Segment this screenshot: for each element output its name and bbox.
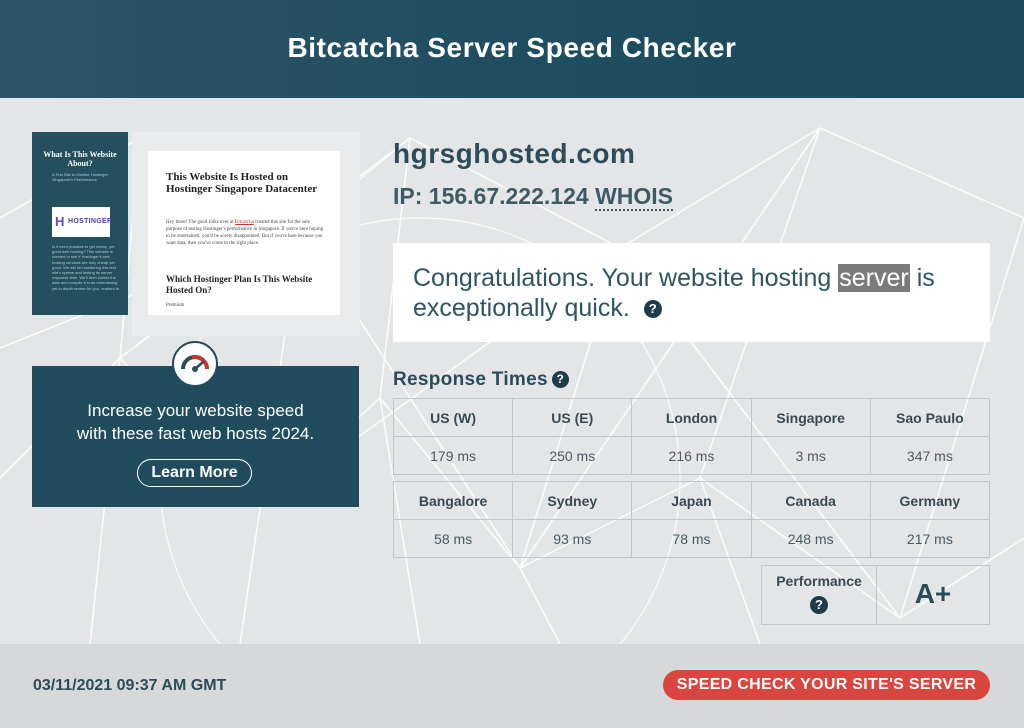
location-cell: US (E): [512, 398, 633, 437]
time-cell: 58 ms: [392, 519, 514, 558]
whois-link[interactable]: WHOIS: [595, 183, 674, 211]
preview-page-heading: Which Hostinger Plan Is This Website Hos…: [166, 274, 313, 295]
location-cell: Sydney: [512, 481, 633, 520]
performance-box: Performance ? A+: [761, 565, 990, 625]
preview-page-small: Premium: [166, 303, 185, 308]
preview-page-title: This Website Is Hosted on Hostinger Sing…: [166, 171, 318, 195]
location-cell: Bangalore: [392, 481, 514, 520]
header-bar: Bitcatcha Server Speed Checker: [0, 0, 1024, 98]
time-cell: 78 ms: [631, 519, 752, 558]
performance-help-icon[interactable]: ?: [810, 596, 828, 614]
test-timestamp: 03/11/2021 09:37 AM GMT: [33, 677, 227, 694]
preview-sidebar-text: Is it even possible to get cheap, yet go…: [52, 244, 120, 291]
performance-label-cell: Performance ?: [762, 566, 877, 624]
table-row-locations: US (W) US (E) London Singapore Sao Paulo: [392, 398, 991, 437]
result-message-box: Congratulations. Your website hosting se…: [393, 243, 990, 342]
table-row-times: 179 ms 250 ms 216 ms 3 ms 347 ms: [392, 436, 991, 475]
time-cell: 93 ms: [512, 519, 633, 558]
time-cell: 248 ms: [750, 519, 871, 558]
promo-text: Increase your website speed with these f…: [32, 399, 359, 445]
time-cell: 3 ms: [750, 436, 871, 475]
gauge-graphic: [181, 355, 209, 372]
response-times-title: Response Times?: [393, 369, 569, 391]
preview-sidebar: What Is This Website About? A Test Site …: [32, 132, 128, 315]
time-cell: 250 ms: [512, 436, 633, 475]
time-cell: 216 ms: [631, 436, 752, 475]
hostinger-h-icon: H: [55, 214, 65, 229]
location-cell: Sao Paulo: [869, 398, 991, 437]
promo-line-1: Increase your website speed: [87, 401, 304, 420]
time-cell: 179 ms: [392, 436, 514, 475]
speed-check-button[interactable]: SPEED CHECK YOUR SITE'S SERVER: [663, 670, 990, 700]
preview-page: This Website Is Hosted on Hostinger Sing…: [148, 151, 340, 315]
response-times-label: Response Times: [393, 369, 548, 390]
speed-gauge-icon: [172, 341, 218, 387]
page-title: Bitcatcha Server Speed Checker: [287, 32, 737, 63]
result-message: Congratulations. Your website hosting se…: [413, 263, 973, 323]
site-domain: hgrsghosted.com: [393, 138, 636, 169]
table-row-times: 58 ms 93 ms 78 ms 248 ms 217 ms: [392, 519, 991, 558]
location-cell: Japan: [631, 481, 752, 520]
preview-sidebar-title: What Is This Website About?: [43, 150, 117, 168]
promo-line-2: with these fast web hosts 2024.: [76, 424, 315, 443]
response-times-help-icon[interactable]: ?: [551, 371, 569, 389]
result-highlight: server: [838, 264, 910, 292]
location-cell: Singapore: [750, 398, 871, 437]
response-table-row-1: US (W) US (E) London Singapore Sao Paulo…: [392, 398, 991, 475]
time-cell: 347 ms: [869, 436, 991, 475]
learn-more-button[interactable]: Learn More: [137, 459, 252, 487]
preview-sidebar-subtitle: A Test Site to Monitor Hostinger Singapo…: [52, 172, 108, 182]
table-row-locations: Bangalore Sydney Japan Canada Germany: [392, 481, 991, 520]
location-cell: Germany: [869, 481, 991, 520]
result-text-start: Congratulations. Your website hosting: [413, 264, 839, 292]
performance-label: Performance: [776, 573, 862, 589]
location-cell: London: [631, 398, 752, 437]
location-cell: Canada: [750, 481, 871, 520]
hostinger-logo: H HOSTINGER: [52, 207, 113, 237]
ip-address: IP: 156.67.222.124: [393, 183, 589, 209]
time-cell: 217 ms: [869, 519, 991, 558]
performance-grade: A+: [914, 578, 952, 609]
site-ip: IP: 156.67.222.124 WHOIS: [393, 183, 674, 211]
preview-page-text: Hey there! The good folks over at Bitcat…: [166, 219, 326, 247]
preview-link: Bitcatcha: [234, 220, 254, 225]
preview-text-start: Hey there! The good folks over at: [166, 220, 235, 225]
location-cell: US (W): [392, 398, 514, 437]
result-help-icon[interactable]: ?: [643, 300, 662, 319]
response-table-row-2: Bangalore Sydney Japan Canada Germany 58…: [392, 481, 991, 558]
hostinger-logo-text: HOSTINGER: [68, 218, 113, 225]
